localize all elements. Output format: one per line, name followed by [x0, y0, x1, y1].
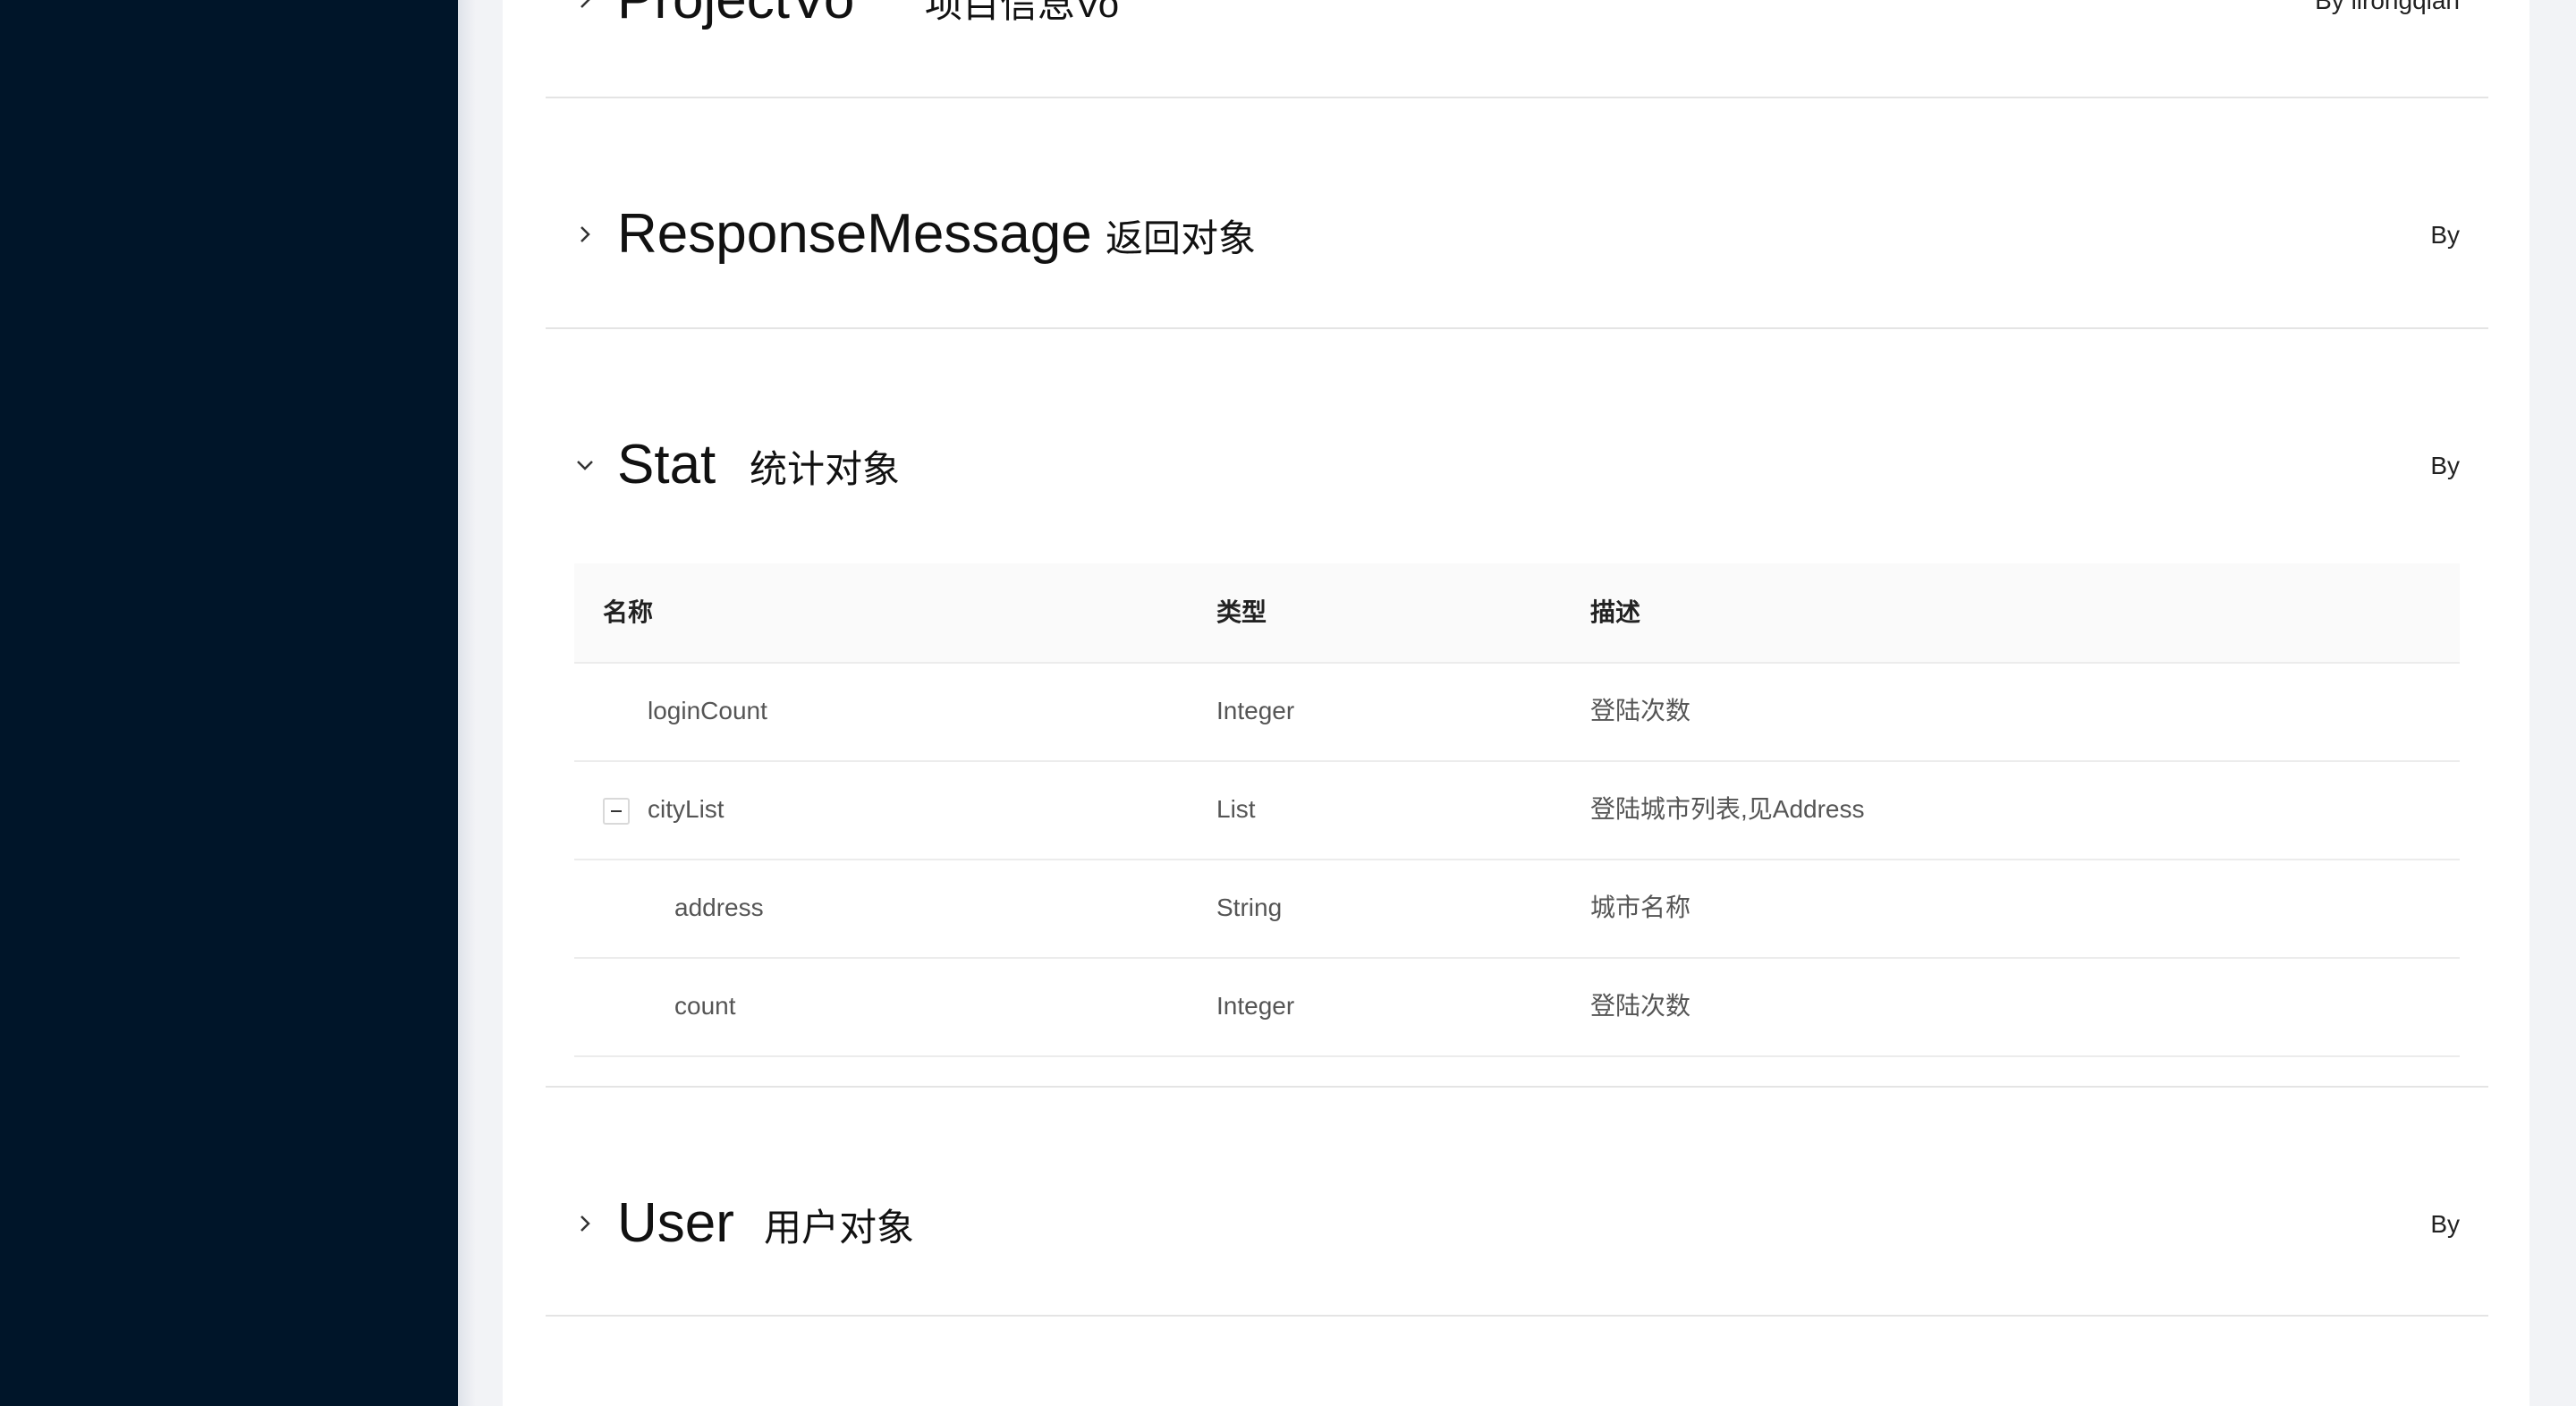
- field-name: loginCount: [648, 697, 767, 724]
- model-name: User: [617, 1192, 734, 1254]
- right-gutter: [2529, 0, 2576, 1406]
- column-header-description: 描述: [1590, 598, 1641, 626]
- table-row: cityList List 登陆城市列表,见Address: [574, 762, 2460, 860]
- chevron-right-icon[interactable]: [572, 1211, 597, 1236]
- field-description: 登陆城市列表,见Address: [1590, 795, 1865, 823]
- app-page: ProjectVo 项目信息Vo By lirongqian ResponseM…: [0, 0, 2576, 1406]
- model-description: 项目信息Vo: [925, 0, 1120, 25]
- fields-table: 名称 类型 描述 loginCount Integer 登陆次数 cityLis…: [574, 563, 2460, 1057]
- field-type: List: [1216, 795, 1256, 823]
- model-description: 用户对象: [764, 1207, 915, 1249]
- table-row: count Integer 登陆次数: [574, 959, 2460, 1057]
- field-type: String: [1216, 894, 1283, 921]
- chevron-right-icon[interactable]: [572, 0, 597, 13]
- table-header-row: 名称 类型 描述: [574, 563, 2460, 664]
- table-row: loginCount Integer 登陆次数: [574, 664, 2460, 762]
- field-name: address: [674, 894, 764, 921]
- field-description: 登陆次数: [1590, 697, 1691, 724]
- panel-divider: [546, 1315, 2488, 1317]
- collapse-header-user[interactable]: User 用户对象 By: [546, 1179, 2460, 1268]
- chevron-down-icon[interactable]: [572, 453, 597, 478]
- model-author: By: [2430, 452, 2460, 479]
- model-description: 统计对象: [750, 448, 901, 490]
- collapse-header-stat[interactable]: Stat 统计对象 By: [546, 420, 2460, 510]
- field-name: cityList: [648, 795, 724, 823]
- model-name: Stat: [617, 434, 716, 495]
- panel-divider: [546, 1086, 2488, 1088]
- model-description: 返回对象: [1106, 217, 1257, 259]
- field-type: Integer: [1216, 697, 1295, 724]
- sidebar: [0, 0, 458, 1406]
- model-name: ResponseMessage: [617, 203, 1092, 265]
- model-author: By lirongqian: [2315, 0, 2460, 14]
- column-header-name: 名称: [603, 598, 654, 626]
- collapse-header-projectvo[interactable]: ProjectVo 项目信息Vo By lirongqian: [546, 0, 2460, 45]
- field-type: Integer: [1216, 992, 1295, 1020]
- field-description: 登陆次数: [1590, 992, 1691, 1020]
- model-author: By: [2430, 1210, 2460, 1238]
- panel-divider: [546, 97, 2488, 98]
- field-description: 城市名称: [1590, 894, 1691, 921]
- field-name: count: [674, 992, 736, 1020]
- column-header-type: 类型: [1216, 598, 1267, 626]
- model-name: ProjectVo: [617, 0, 854, 32]
- collapse-row-icon[interactable]: [603, 798, 630, 825]
- table-row: address String 城市名称: [574, 860, 2460, 959]
- model-author: By: [2430, 221, 2460, 249]
- sidebar-shadow: [458, 0, 503, 1406]
- chevron-right-icon[interactable]: [572, 222, 597, 247]
- collapse-header-responsemessage[interactable]: ResponseMessage 返回对象 By: [546, 190, 2460, 279]
- panel-divider: [546, 327, 2488, 329]
